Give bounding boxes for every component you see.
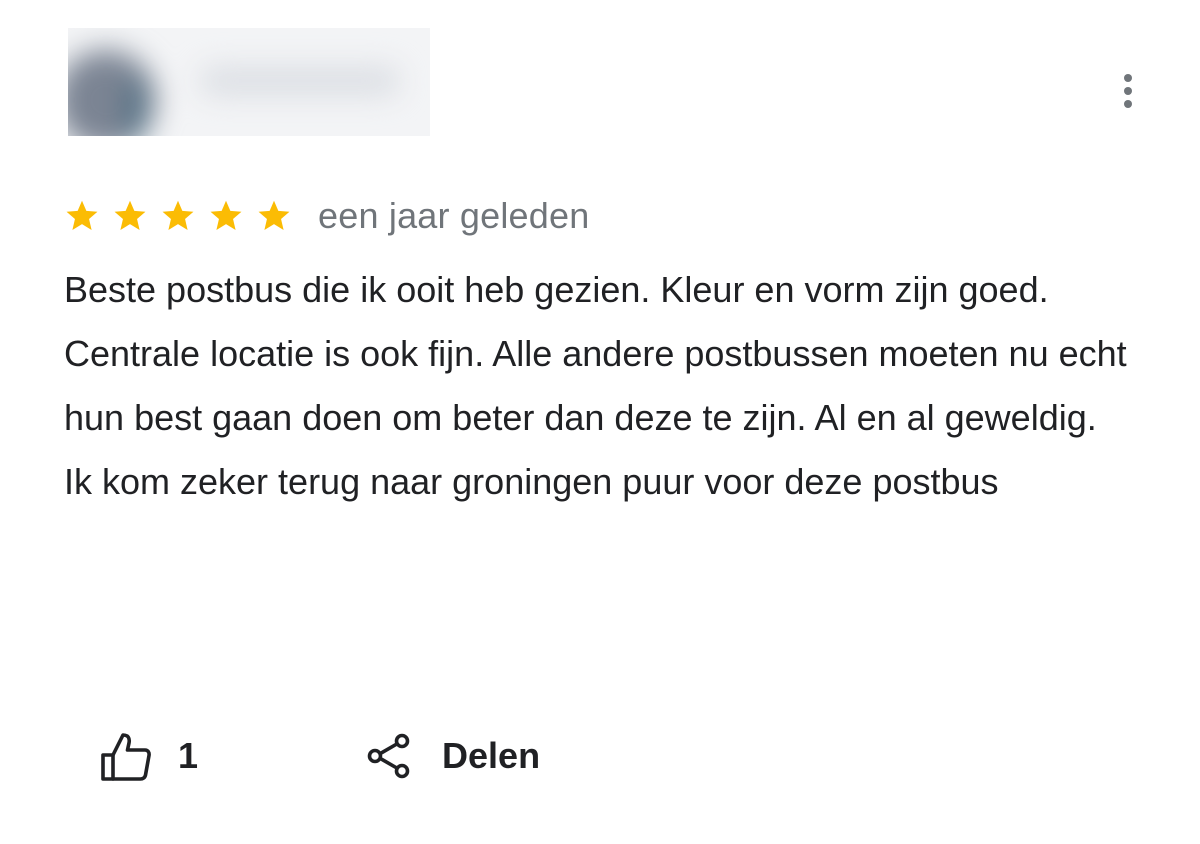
review-text: Beste postbus die ik ooit heb gezien. Kl…	[64, 269, 1127, 502]
more-vert-icon	[1124, 74, 1132, 82]
avatar-ring	[130, 80, 140, 136]
star-icon	[258, 200, 290, 230]
review-date: een jaar geleden	[318, 195, 590, 236]
more-vert-icon-dot	[1124, 87, 1132, 95]
share-label: Delen	[442, 735, 541, 776]
like-button[interactable]: 1	[98, 728, 198, 784]
more-options-button[interactable]	[1108, 68, 1148, 114]
like-count: 1	[178, 735, 199, 776]
reviewer-header[interactable]	[68, 28, 430, 136]
review-actions: 1 Delen	[98, 724, 540, 788]
rating-row: een jaar geleden	[64, 190, 589, 242]
reviewer-blur	[68, 28, 430, 136]
thumb-up-icon	[101, 733, 151, 781]
more-vert-icon-dot	[1124, 100, 1132, 108]
share-icon	[367, 733, 410, 779]
reviewer-name-blurred	[200, 66, 400, 96]
star-icon	[114, 200, 146, 230]
star-rating	[64, 198, 292, 234]
review-card: een jaar geleden Beste postbus die ik oo…	[0, 0, 1200, 844]
star-icon	[210, 200, 242, 230]
star-icon	[66, 200, 98, 230]
star-icon	[162, 200, 194, 230]
avatar[interactable]	[68, 50, 156, 136]
share-button[interactable]: Delen	[366, 733, 540, 779]
